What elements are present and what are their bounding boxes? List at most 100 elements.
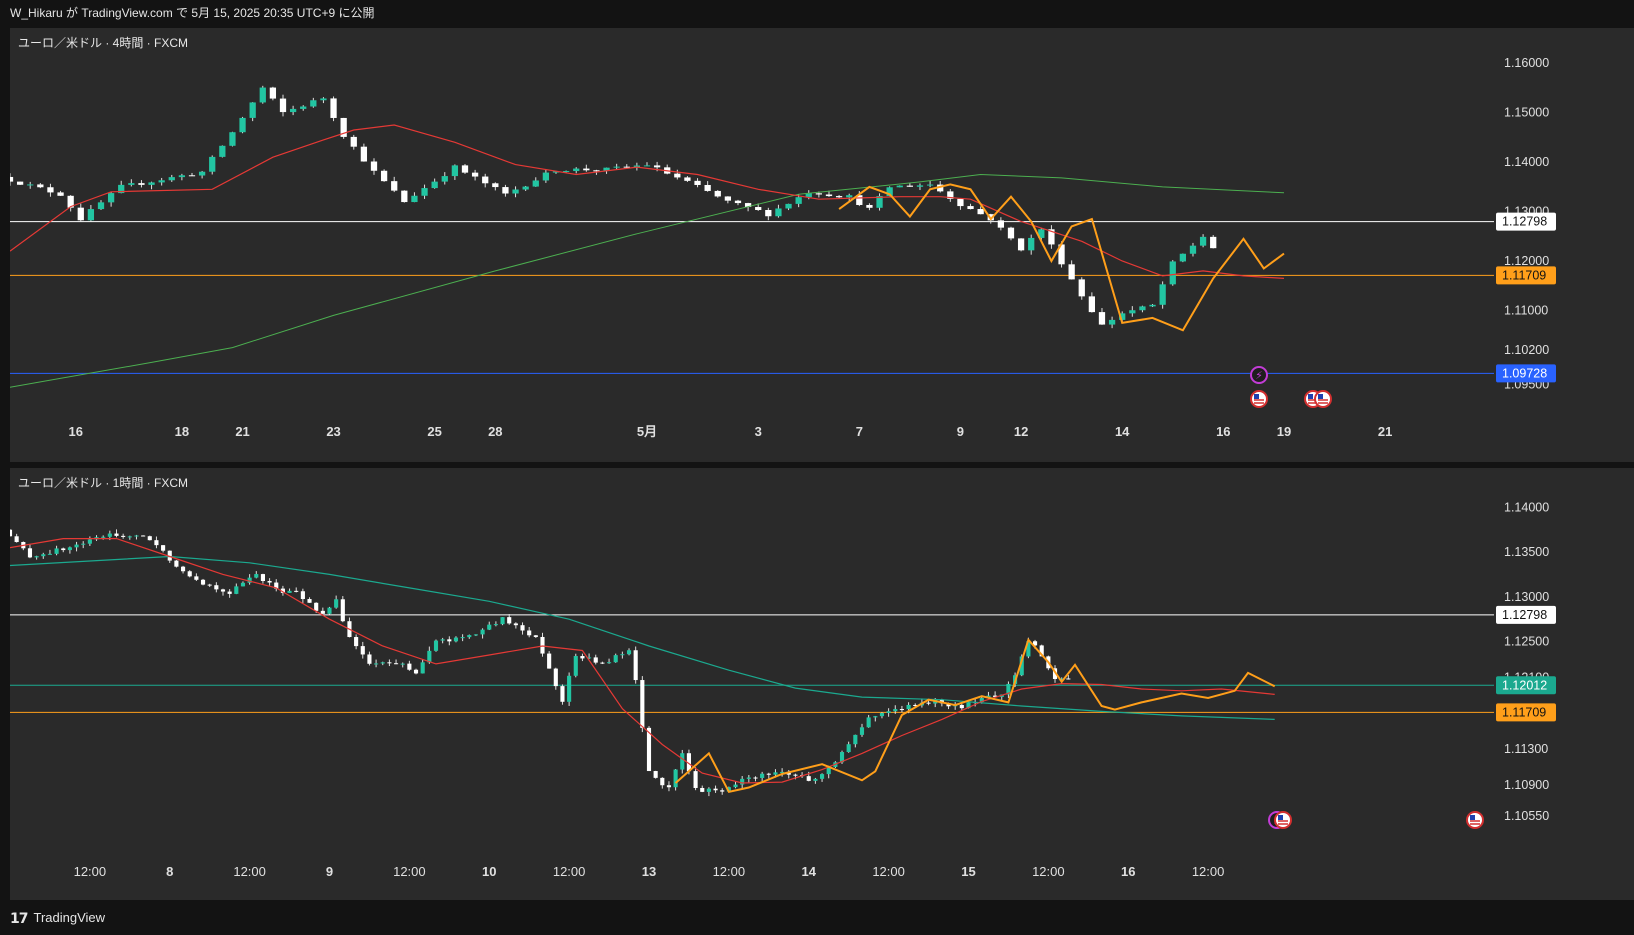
- candle-body: [1068, 264, 1075, 280]
- x-tick-label: 7: [856, 424, 863, 439]
- candle-body: [393, 663, 399, 665]
- candle-body: [411, 195, 418, 203]
- candle-body: [680, 753, 685, 770]
- candle-body: [1098, 312, 1106, 325]
- candle-body: [314, 602, 319, 611]
- chart-svg-4h[interactable]: 16 18 21 23 25 28 5月 3 7 9 12 14 16 19 21 1.16000 1.1500…: [10, 28, 1634, 462]
- candle-body: [482, 176, 489, 184]
- candle-body: [502, 187, 509, 194]
- candle-body: [168, 177, 175, 181]
- chart-title-1h: ユーロ／米ドル · 1時間 · FXCM: [18, 476, 188, 490]
- x-tick-label: 12:00: [1192, 864, 1225, 879]
- candle-body: [1139, 306, 1146, 311]
- candle-body: [441, 176, 448, 182]
- candle-body: [640, 680, 645, 728]
- candle-body: [896, 185, 903, 188]
- candle-body: [229, 132, 236, 146]
- x-tick-label: 14: [1115, 424, 1130, 439]
- chart-svg-1h[interactable]: 12:00 8 12:00 9 12:00 10 12:00 13 12:00 14 12:00 15…: [10, 468, 1634, 900]
- candle-body: [16, 181, 24, 185]
- level-price-label: 1.11709: [1502, 705, 1546, 719]
- candle-body: [977, 209, 984, 215]
- candle-body: [74, 544, 79, 548]
- candle-body: [540, 636, 545, 654]
- candle-body: [916, 185, 924, 187]
- x-tick-label: 16: [1121, 864, 1135, 879]
- candle-body: [600, 662, 605, 664]
- candle-body: [187, 571, 192, 577]
- candle-body: [899, 709, 904, 711]
- candle-body: [487, 624, 492, 630]
- x-tick-label: 12:00: [713, 864, 746, 879]
- x-tick-label: 12:00: [74, 864, 107, 879]
- chart-pane-1h[interactable]: 12:00 8 12:00 9 12:00 10 12:00 13 12:00 14 12:00 15…: [10, 468, 1634, 900]
- candle-body: [593, 657, 598, 663]
- candle-body: [1149, 304, 1156, 307]
- y-tick-label: 1.14000: [1504, 500, 1549, 514]
- candle-body: [522, 186, 529, 190]
- y-tick-label: 1.10900: [1504, 778, 1549, 792]
- candle-body: [573, 656, 578, 676]
- lightning-glyph: ⚡: [1255, 370, 1263, 382]
- candle-body: [1210, 236, 1217, 249]
- candle-body: [200, 579, 206, 585]
- candle-body: [859, 727, 865, 735]
- footer-brand[interactable]: TradingView: [33, 901, 105, 935]
- candle-body: [866, 204, 873, 208]
- x-tick-label: 12:00: [393, 864, 426, 879]
- candle-body: [666, 785, 672, 788]
- candle-body: [653, 771, 658, 778]
- candle-body: [1066, 678, 1071, 680]
- candle-body: [37, 184, 44, 188]
- candle-body: [194, 576, 199, 580]
- candle-body: [886, 711, 891, 714]
- y-tick-label: 1.11300: [1504, 742, 1548, 756]
- candle-body: [835, 196, 843, 198]
- candle-body: [289, 108, 297, 113]
- candle-body: [547, 653, 552, 669]
- candle-body: [1108, 319, 1116, 325]
- candle-body: [653, 165, 661, 168]
- candle-body: [360, 646, 365, 655]
- candle-body: [279, 98, 287, 113]
- candle-body: [101, 536, 106, 538]
- candle-body: [310, 100, 317, 107]
- candle-body: [87, 539, 92, 544]
- publish-header: W_Hikaru が TradingView.com で 5月 15, 2025…: [10, 6, 375, 20]
- candle-body: [967, 206, 974, 210]
- candle-body: [785, 203, 792, 209]
- candle-body: [260, 574, 265, 581]
- y-tick-label: 1.13500: [1504, 545, 1549, 559]
- candle-body: [161, 545, 166, 551]
- candle-body: [47, 553, 53, 555]
- candle-body: [254, 574, 259, 578]
- candle-body: [380, 170, 388, 182]
- candle-body: [507, 617, 512, 624]
- candle-body: [527, 630, 532, 636]
- us-flag-canton: [1278, 815, 1283, 820]
- footer: 𝟭𝟳 TradingView: [10, 901, 105, 935]
- x-tick-label: 12:00: [233, 864, 266, 879]
- candle-body: [380, 662, 385, 664]
- candle-body: [853, 734, 858, 745]
- candle-body: [620, 654, 625, 656]
- candle-body: [567, 675, 572, 702]
- candle-body: [421, 188, 428, 196]
- candle-body: [760, 773, 765, 778]
- candle-body: [560, 686, 565, 702]
- candle-body: [740, 778, 745, 785]
- candle-body: [451, 165, 459, 177]
- candle-body: [41, 554, 46, 557]
- candle-body: [733, 784, 738, 788]
- chart-pane-4h[interactable]: 16 18 21 23 25 28 5月 3 7 9 12 14 16 19 21 1.16000 1.1500…: [10, 28, 1634, 462]
- candle-body: [583, 168, 590, 171]
- candle-body: [148, 182, 155, 185]
- candle-body: [10, 529, 13, 537]
- candle-body: [846, 195, 853, 198]
- candle-body: [879, 713, 885, 717]
- tradingview-logo-icon[interactable]: 𝟭𝟳: [10, 901, 29, 935]
- x-tick-label: 23: [326, 424, 340, 439]
- candle-body: [775, 208, 782, 217]
- candle-body: [643, 165, 651, 167]
- candle-body: [269, 87, 277, 99]
